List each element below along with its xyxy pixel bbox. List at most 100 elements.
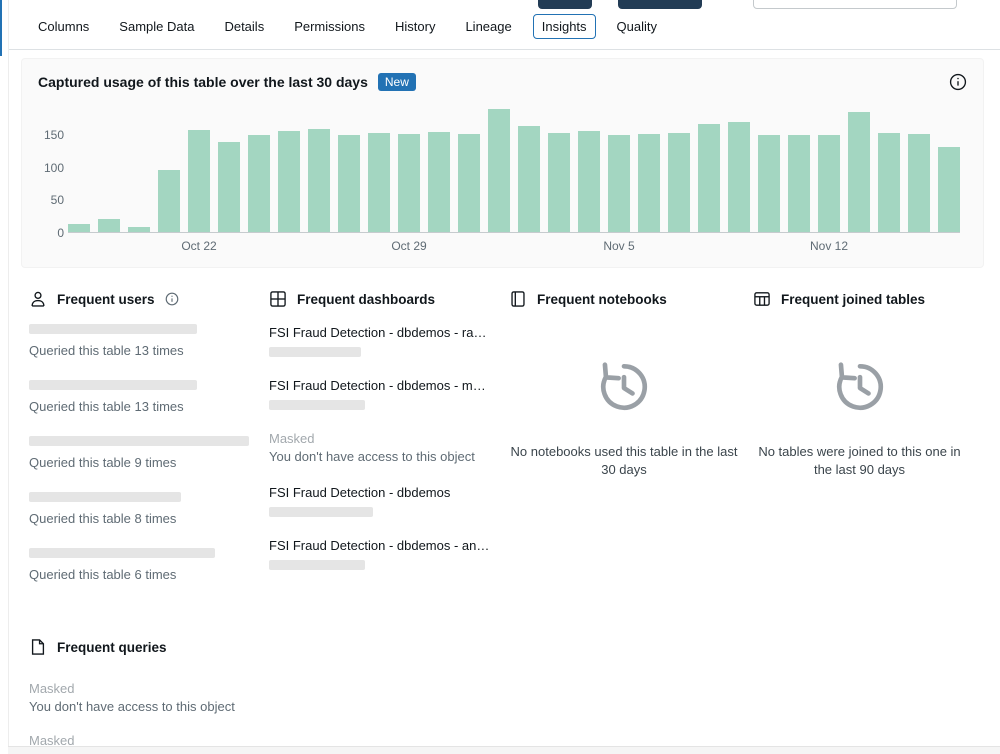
usage-bar: [608, 135, 630, 232]
tab-history[interactable]: History: [386, 14, 444, 39]
usage-y-axis: 0 50 100 150: [38, 105, 64, 255]
dashboard-link[interactable]: FSI Fraud Detection - dbdemos - an…: [269, 537, 495, 554]
usage-bar: [488, 109, 510, 232]
frequent-joined-tables-section: Frequent joined tables No tables were jo…: [753, 290, 980, 479]
dashboard-row: FSI Fraud Detection - dbdemos: [269, 484, 495, 517]
masked-subtext: [269, 507, 373, 517]
y-tick-label: 50: [50, 193, 64, 208]
dashboard-icon: [269, 290, 287, 308]
horizontal-scrollbar[interactable]: [8, 746, 1000, 754]
y-tick-label: 150: [43, 128, 64, 142]
usage-bar: [758, 135, 780, 232]
joined-tables-empty-message: No tables were joined to this one in the…: [758, 444, 961, 477]
frequent-users-section: Frequent users Queried this table 13 tim…: [29, 290, 269, 604]
notebooks-empty-message: No notebooks used this table in the last…: [510, 444, 738, 477]
masked-username: [29, 436, 249, 446]
masked-access-message: You don't have access to this object: [29, 699, 235, 714]
masked-subtext: [269, 347, 361, 357]
left-accent-line: [0, 0, 2, 56]
x-tick-label: Oct 22: [181, 239, 217, 253]
usage-card: Captured usage of this table over the la…: [21, 58, 984, 268]
frequent-user-row: Queried this table 13 times: [29, 324, 255, 359]
usage-bar: [248, 135, 270, 232]
usage-bar: [788, 135, 810, 232]
masked-subtext: [269, 400, 365, 410]
frequent-user-row: Queried this table 9 times: [29, 436, 255, 471]
dashboard-link[interactable]: FSI Fraud Detection - dbdemos - ra…: [269, 324, 495, 341]
frequent-dashboards-title: Frequent dashboards: [297, 291, 436, 307]
info-icon[interactable]: [165, 292, 179, 306]
masked-username: [29, 380, 197, 390]
usage-bar: [338, 135, 360, 232]
usage-card-title: Captured usage of this table over the la…: [38, 74, 368, 90]
masked-label: Masked: [29, 681, 75, 696]
table-detail-pane: Columns Sample Data Details Permissions …: [8, 0, 1000, 754]
usage-bar: [548, 133, 570, 232]
frequent-user-row: Queried this table 6 times: [29, 548, 255, 583]
usage-bar: [218, 142, 240, 232]
query-count-label: Queried this table 9 times: [29, 455, 177, 470]
tab-quality[interactable]: Quality: [608, 14, 666, 39]
tab-insights[interactable]: Insights: [532, 14, 596, 39]
usage-bar: [98, 219, 120, 232]
usage-bar: [68, 224, 90, 232]
query-count-label: Queried this table 8 times: [29, 511, 177, 526]
x-tick-label: Nov 5: [603, 239, 635, 253]
masked-access-message: You don't have access to this object: [269, 449, 475, 464]
usage-bar: [818, 135, 840, 232]
usage-bar: [188, 130, 210, 232]
dashboard-link[interactable]: FSI Fraud Detection - dbdemos: [269, 484, 495, 501]
usage-bar-chart: 0 50 100 150 Oct 22 Oct 29 Nov 5 Nov 12: [38, 105, 967, 255]
tab-lineage[interactable]: Lineage: [456, 14, 520, 39]
masked-label: Masked: [269, 431, 315, 446]
info-icon[interactable]: [949, 73, 967, 91]
masked-username: [29, 548, 215, 558]
usage-bar: [638, 134, 660, 232]
masked-username: [29, 324, 197, 334]
usage-bar: [518, 126, 540, 232]
insight-columns: Frequent users Queried this table 13 tim…: [21, 268, 984, 604]
usage-bar: [878, 133, 900, 232]
masked-query-row: Masked You don't have access to this obj…: [29, 680, 984, 716]
usage-bars: [68, 105, 960, 233]
frequent-user-row: Queried this table 8 times: [29, 492, 255, 527]
dashboard-row: FSI Fraud Detection - dbdemos - m…: [269, 377, 495, 410]
query-count-label: Queried this table 13 times: [29, 399, 184, 414]
usage-bar: [728, 122, 750, 232]
frequent-user-row: Queried this table 13 times: [29, 380, 255, 415]
usage-bar: [278, 131, 300, 232]
masked-dashboard-row: Masked You don't have access to this obj…: [269, 430, 495, 466]
y-tick-label: 0: [57, 226, 64, 240]
x-tick-label: Nov 12: [809, 239, 849, 253]
frequent-notebooks-section: Frequent notebooks No notebooks used thi…: [509, 290, 753, 479]
usage-bar: [458, 134, 480, 232]
tab-sample-data[interactable]: Sample Data: [110, 14, 203, 39]
usage-bar: [698, 124, 720, 232]
dashboard-link[interactable]: FSI Fraud Detection - dbdemos - m…: [269, 377, 495, 394]
usage-bar: [848, 112, 870, 232]
frequent-joined-tables-title: Frequent joined tables: [781, 291, 926, 307]
tab-columns[interactable]: Columns: [29, 14, 98, 39]
dashboard-row: FSI Fraud Detection - dbdemos - ra…: [269, 324, 495, 357]
usage-bar: [668, 133, 690, 232]
user-icon: [29, 290, 47, 308]
usage-bar: [128, 227, 150, 232]
query-file-icon: [29, 638, 47, 656]
masked-username: [29, 492, 181, 502]
tab-permissions[interactable]: Permissions: [285, 14, 374, 39]
usage-bar: [398, 134, 420, 232]
usage-bar: [908, 134, 930, 232]
x-tick-label: Oct 29: [391, 239, 427, 253]
usage-bar: [368, 133, 390, 232]
masked-subtext: [269, 560, 365, 570]
notebook-icon: [509, 290, 527, 308]
usage-bar: [428, 132, 450, 232]
history-icon: [595, 358, 653, 419]
tab-details[interactable]: Details: [215, 14, 273, 39]
table-detail-tabs: Columns Sample Data Details Permissions …: [9, 0, 1000, 50]
usage-bar: [578, 131, 600, 232]
frequent-users-title: Frequent users: [57, 291, 155, 307]
history-icon: [831, 358, 889, 419]
usage-bar: [158, 170, 180, 232]
frequent-dashboards-section: Frequent dashboards FSI Fraud Detection …: [269, 290, 509, 590]
